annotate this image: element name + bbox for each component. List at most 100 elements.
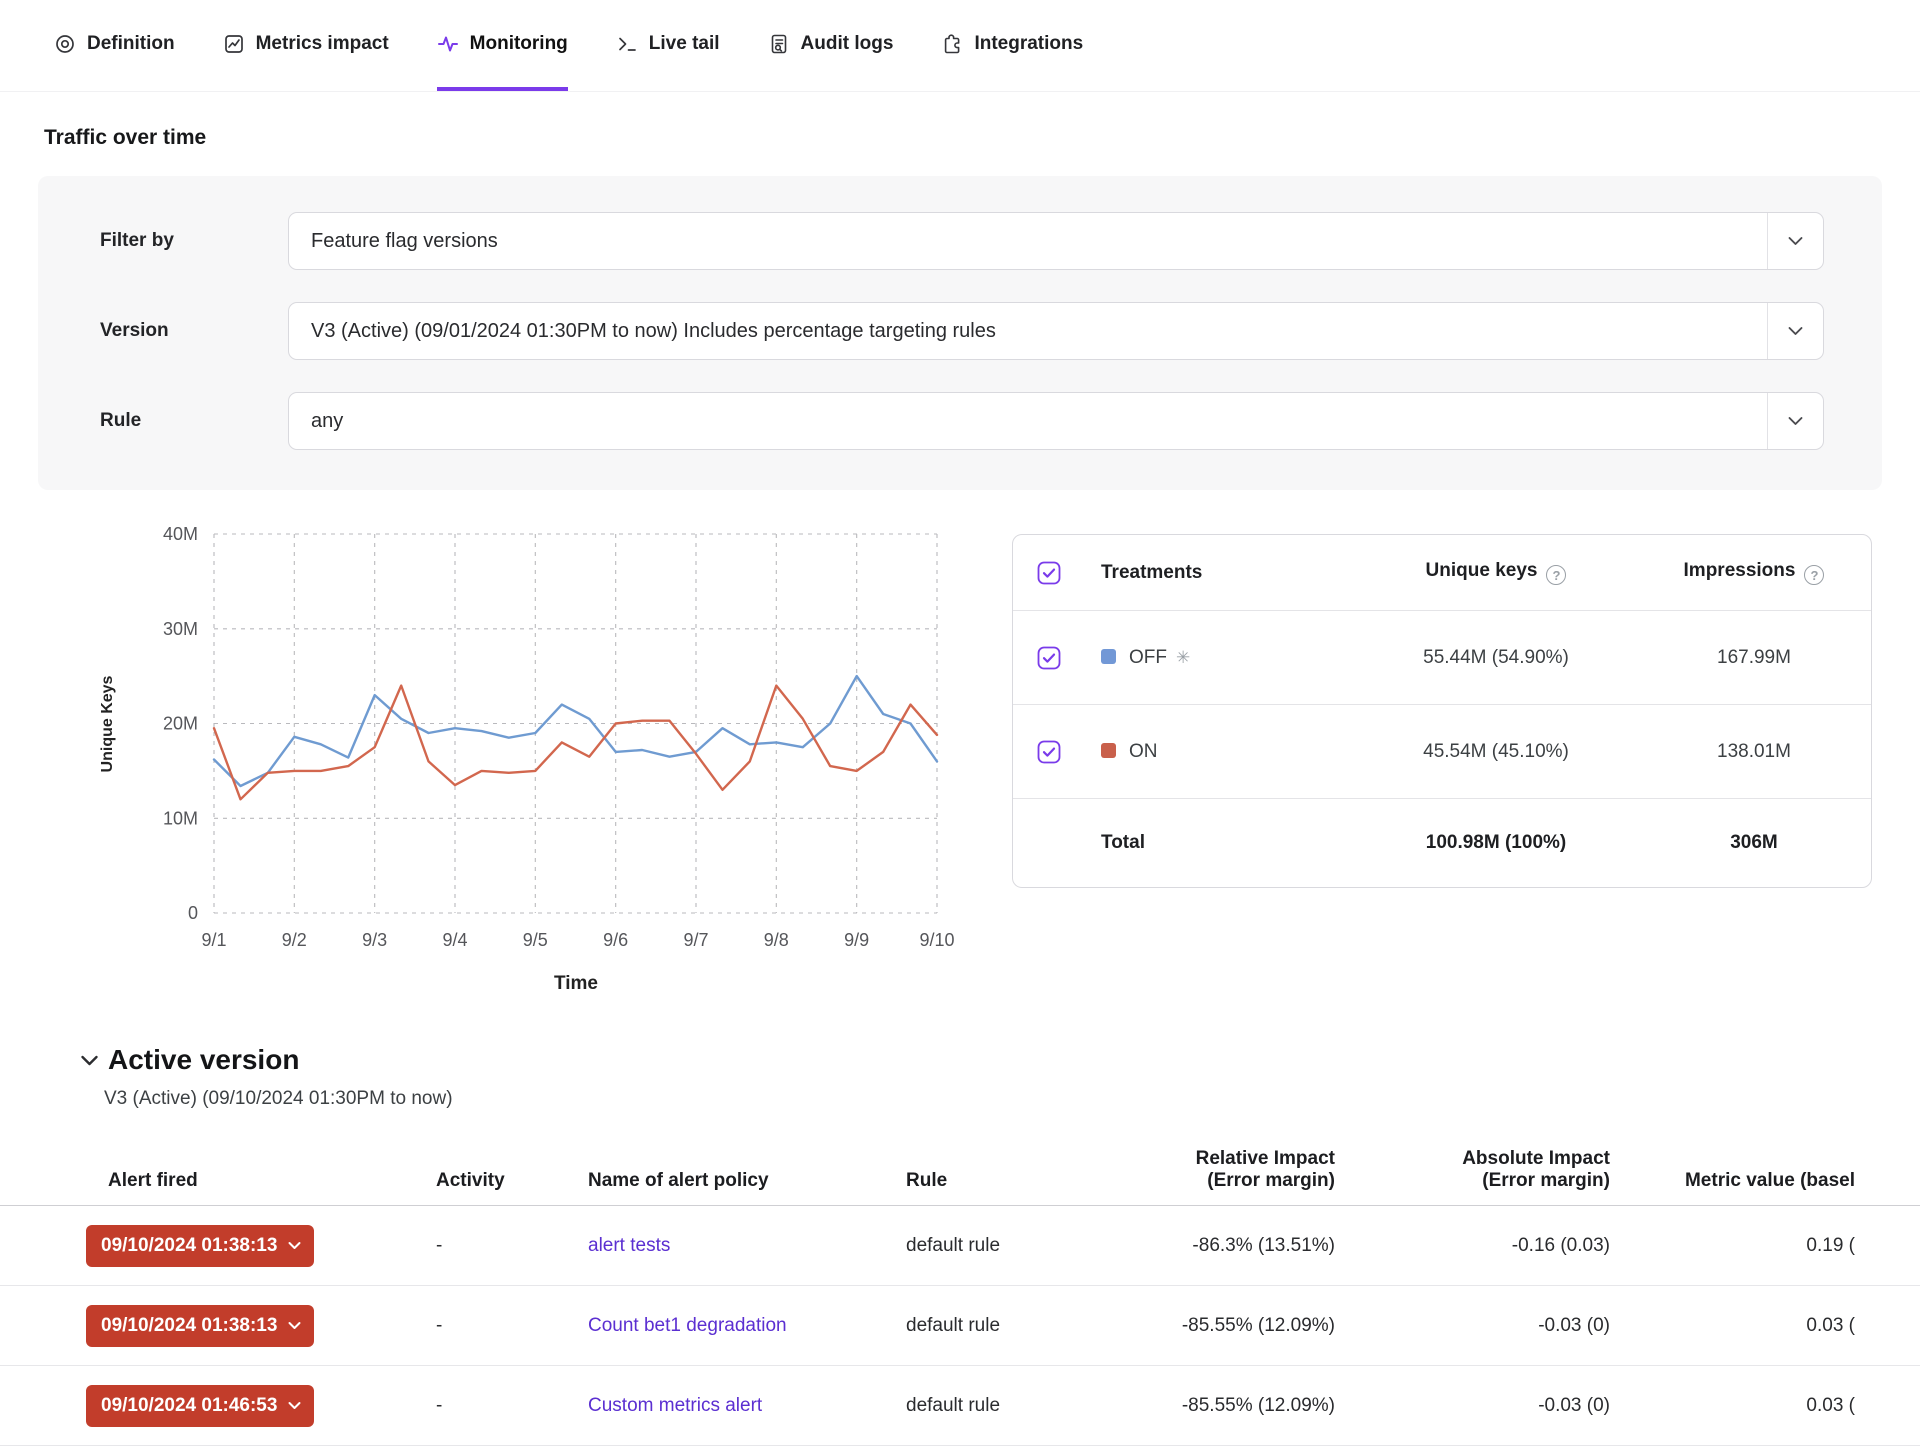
rule-cell: default rule <box>890 1235 1096 1257</box>
alert-row: 09/10/2024 01:38:13 - Count bet1 degrada… <box>0 1286 1920 1366</box>
unique-keys-header: Unique keys <box>1331 560 1661 586</box>
alert-fired-cell: 09/10/2024 01:38:13 <box>86 1225 420 1267</box>
total-label: Total <box>1101 832 1331 854</box>
frozen-icon <box>1176 648 1190 667</box>
svg-text:9/7: 9/7 <box>683 930 708 950</box>
alert-fired-badge[interactable]: 09/10/2024 01:38:13 <box>86 1225 314 1267</box>
tab-label: Metrics impact <box>256 33 389 55</box>
unique-keys-value: 45.54M (45.10%) <box>1331 741 1661 763</box>
alerts-table: Alert fired Activity Name of alert polic… <box>0 1148 1920 1446</box>
svg-text:Unique Keys: Unique Keys <box>99 675 116 772</box>
metric-value-cell: 0.03 ( <box>1630 1315 1877 1337</box>
svg-text:9/2: 9/2 <box>282 930 307 950</box>
alert-fired-cell: 09/10/2024 01:46:53 <box>86 1385 420 1427</box>
total-unique-keys: 100.98M (100%) <box>1331 832 1661 854</box>
rule-cell: default rule <box>890 1315 1096 1337</box>
tab-label: Monitoring <box>470 33 568 55</box>
absolute-impact-cell: -0.16 (0.03) <box>1355 1235 1630 1257</box>
filter-by-value: Feature flag versions <box>289 230 1767 253</box>
metric-value-cell: 0.19 ( <box>1630 1235 1877 1257</box>
tab-bar: Definition Metrics impact Monitoring Liv… <box>0 0 1920 92</box>
impressions-value: 138.01M <box>1661 741 1847 763</box>
activity-cell: - <box>420 1395 575 1417</box>
tab-definition[interactable]: Definition <box>54 0 175 91</box>
tab-integrations[interactable]: Integrations <box>941 0 1083 91</box>
active-version-subtitle: V3 (Active) (09/10/2024 01:30PM to now) <box>104 1088 1920 1110</box>
absolute-impact-header: Absolute Impact(Error margin) <box>1355 1148 1630 1192</box>
tab-label: Integrations <box>974 33 1083 55</box>
relative-impact-cell: -85.55% (12.09%) <box>1096 1315 1355 1337</box>
policy-header: Name of alert policy <box>575 1170 890 1192</box>
alerts-header-row: Alert fired Activity Name of alert polic… <box>0 1148 1920 1206</box>
treatments-header-checkbox[interactable] <box>1037 561 1101 585</box>
tab-audit-logs[interactable]: Audit logs <box>768 0 894 91</box>
rule-header: Rule <box>890 1170 1096 1192</box>
filter-by-label: Filter by <box>100 230 288 252</box>
svg-text:9/3: 9/3 <box>362 930 387 950</box>
alert-fired-cell: 09/10/2024 01:38:13 <box>86 1305 420 1347</box>
tab-label: Audit logs <box>801 33 894 55</box>
filter-by-select[interactable]: Feature flag versions <box>288 212 1824 270</box>
activity-header: Activity <box>420 1170 575 1192</box>
version-label: Version <box>100 320 288 342</box>
chevron-down-icon[interactable] <box>1767 303 1823 359</box>
on-checkbox[interactable] <box>1037 740 1101 764</box>
activity-cell: - <box>420 1315 575 1337</box>
help-icon[interactable] <box>1804 565 1824 585</box>
off-checkbox[interactable] <box>1037 646 1101 670</box>
tab-label: Live tail <box>649 33 720 55</box>
page-title: Traffic over time <box>44 126 1920 150</box>
version-value: V3 (Active) (09/01/2024 01:30PM to now) … <box>289 320 1767 343</box>
active-version-header: Active version <box>80 1044 1920 1076</box>
alert-fired-badge[interactable]: 09/10/2024 01:38:13 <box>86 1305 314 1347</box>
impressions-value: 167.99M <box>1661 647 1847 669</box>
chevron-down-icon[interactable] <box>1767 393 1823 449</box>
on-swatch <box>1101 743 1116 758</box>
tab-monitoring[interactable]: Monitoring <box>437 0 568 91</box>
rule-value: any <box>289 410 1767 433</box>
treatment-row-off: OFF 55.44M (54.90%) 167.99M <box>1013 611 1871 705</box>
svg-text:0: 0 <box>188 903 198 923</box>
collapse-icon[interactable] <box>80 1054 99 1067</box>
alert-fired-badge[interactable]: 09/10/2024 01:46:53 <box>86 1385 314 1427</box>
definition-icon <box>54 33 76 55</box>
tab-live-tail[interactable]: Live tail <box>616 0 720 91</box>
monitoring-icon <box>437 33 459 55</box>
activity-cell: - <box>420 1235 575 1257</box>
metric-value-header: Metric value (basel <box>1630 1170 1877 1192</box>
svg-text:9/4: 9/4 <box>442 930 467 950</box>
svg-text:10M: 10M <box>163 808 198 828</box>
svg-text:30M: 30M <box>163 619 198 639</box>
treatment-name: ON <box>1101 741 1331 763</box>
svg-text:9/1: 9/1 <box>201 930 226 950</box>
chevron-down-icon[interactable] <box>1767 213 1823 269</box>
relative-impact-cell: -86.3% (13.51%) <box>1096 1235 1355 1257</box>
help-icon[interactable] <box>1546 565 1566 585</box>
unique-keys-value: 55.44M (54.90%) <box>1331 647 1661 669</box>
version-select[interactable]: V3 (Active) (09/01/2024 01:30PM to now) … <box>288 302 1824 360</box>
absolute-impact-cell: -0.03 (0) <box>1355 1315 1630 1337</box>
filter-by-row: Filter by Feature flag versions <box>100 212 1824 270</box>
tab-label: Definition <box>87 33 175 55</box>
alert-fired-header: Alert fired <box>86 1170 420 1192</box>
treatment-row-on: ON 45.54M (45.10%) 138.01M <box>1013 705 1871 799</box>
svg-text:40M: 40M <box>163 526 198 544</box>
metric-value-cell: 0.03 ( <box>1630 1395 1877 1417</box>
audit-logs-icon <box>768 33 790 55</box>
svg-text:9/6: 9/6 <box>603 930 628 950</box>
alert-policy-link[interactable]: Custom metrics alert <box>575 1395 890 1417</box>
impressions-header: Impressions <box>1661 560 1847 586</box>
rule-cell: default rule <box>890 1395 1096 1417</box>
absolute-impact-cell: -0.03 (0) <box>1355 1395 1630 1417</box>
alert-policy-link[interactable]: alert tests <box>575 1235 890 1257</box>
svg-text:9/8: 9/8 <box>764 930 789 950</box>
treatments-header-label: Treatments <box>1101 562 1331 584</box>
version-row: Version V3 (Active) (09/01/2024 01:30PM … <box>100 302 1824 360</box>
alert-row: 09/10/2024 01:38:13 - alert tests defaul… <box>0 1206 1920 1286</box>
chevron-down-icon <box>288 1241 301 1250</box>
alert-policy-link[interactable]: Count bet1 degradation <box>575 1315 890 1337</box>
rule-select[interactable]: any <box>288 392 1824 450</box>
tab-metrics-impact[interactable]: Metrics impact <box>223 0 389 91</box>
treatments-header-row: Treatments Unique keys Impressions <box>1013 535 1871 611</box>
active-version-title: Active version <box>108 1044 299 1076</box>
